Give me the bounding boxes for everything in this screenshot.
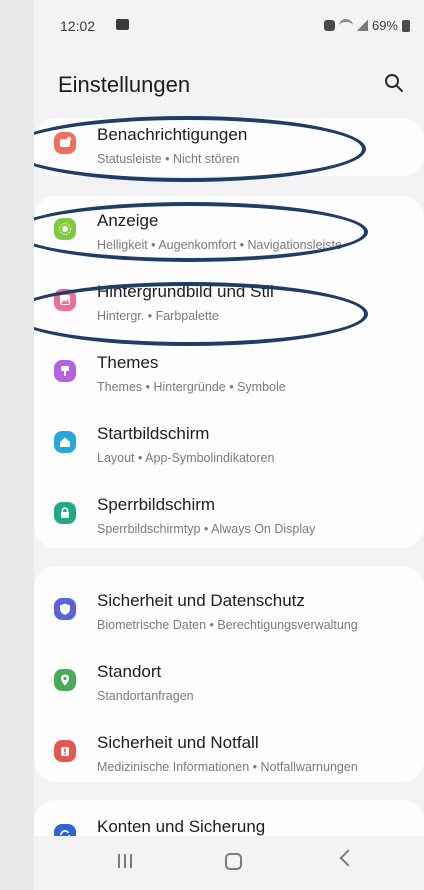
back-icon[interactable] [339,849,357,867]
setting-title: Startbildschirm [97,424,210,443]
setting-title: Anzeige [97,211,159,230]
home-icon [54,431,76,453]
setting-subtitle: Themes • Hintergründe • Symbole [97,380,286,394]
setting-subtitle: Medizinische Informationen • Notfallwarn… [97,760,358,774]
setting-title: Benachrichtigungen [97,125,248,144]
wifi-icon [338,19,353,32]
setting-item-sicherheit[interactable]: Sicherheit und Datenschutz Biometrische … [34,578,424,648]
lock-icon [54,502,76,524]
alarm-icon [323,20,335,31]
setting-title: Standort [97,662,162,681]
setting-subtitle: Helligkeit • Augenkomfort • Navigationsl… [97,238,342,252]
settings-card-display: Anzeige Helligkeit • Augenkomfort • Navi… [34,196,424,548]
setting-title: Sicherheit und Notfall [97,733,259,752]
setting-item-standort[interactable]: Standort Standortanfragen [34,649,424,719]
bell-box-icon [54,132,76,154]
setting-subtitle: Statusleiste • Nicht stören [97,152,240,166]
setting-subtitle: Layout • App-Symbolindikatoren [97,451,275,465]
recent-apps-icon[interactable] [118,854,132,868]
phone-screen: 12:02 69% Einstellungen Benachrichtigung… [34,0,424,890]
screen-left-margin [0,0,34,890]
shield-icon [54,598,76,620]
status-bar: 12:02 69% [34,0,424,50]
setting-title: Sperrbildschirm [97,495,216,514]
status-indicators: 69% [323,18,410,33]
battery-percent: 69% [371,18,398,33]
location-icon [54,669,76,691]
setting-item-notfall[interactable]: Sicherheit und Notfall Medizinische Info… [34,720,424,790]
setting-subtitle: Hintergr. • Farbpalette [97,309,219,323]
setting-item-themes[interactable]: Themes Themes • Hintergründe • Symbole [34,340,424,410]
status-time: 12:02 [60,18,96,34]
setting-item-startbildschirm[interactable]: Startbildschirm Layout • App-Symbolindik… [34,411,424,481]
gallery-notification-icon [116,19,129,30]
setting-title: Sicherheit und Datenschutz [97,591,305,610]
setting-item-anzeige[interactable]: Anzeige Helligkeit • Augenkomfort • Navi… [34,198,424,268]
header: Einstellungen [34,62,424,108]
settings-card-security: Sicherheit und Datenschutz Biometrische … [34,566,424,782]
setting-subtitle: Sperrbildschirmtyp • Always On Display [97,522,316,536]
image-icon [54,289,76,311]
sun-icon [54,218,76,240]
setting-item-sperrbildschirm[interactable]: Sperrbildschirm Sperrbildschirmtyp • Alw… [34,482,424,552]
signal-icon [356,20,368,31]
setting-title: Konten und Sicherung [97,817,266,836]
navigation-bar [34,836,424,890]
setting-subtitle: Biometrische Daten • Berechtigungsverwal… [97,618,358,632]
brush-icon [54,360,76,382]
home-button-icon[interactable] [225,853,242,870]
search-icon[interactable] [382,71,406,95]
emergency-icon [54,740,76,762]
setting-subtitle: Standortanfragen [97,689,194,703]
setting-item-hintergrund[interactable]: Hintergrundbild und Stil Hintergr. • Far… [34,269,424,339]
setting-item-benachrichtigungen[interactable]: Benachrichtigungen Statusleiste • Nicht … [34,112,424,182]
page-title: Einstellungen [58,72,191,97]
setting-title: Themes [97,353,159,372]
setting-title: Hintergrundbild und Stil [97,282,274,301]
settings-card-notifications: Benachrichtigungen Statusleiste • Nicht … [34,118,424,176]
battery-icon [402,19,410,32]
